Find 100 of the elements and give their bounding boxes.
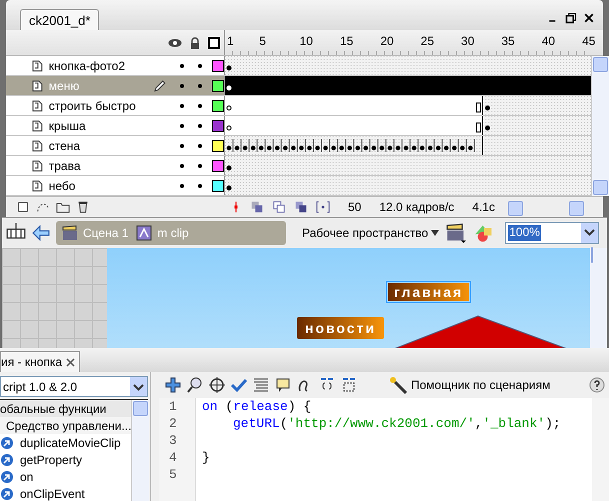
- frame-number: 15: [340, 34, 354, 48]
- keyframe-icon: [226, 186, 232, 190]
- stage-button[interactable]: главная: [386, 281, 472, 303]
- edit-multiple-icon[interactable]: [294, 200, 308, 214]
- onion-markers-icon[interactable]: [316, 200, 330, 214]
- frame-number: 20: [380, 34, 394, 48]
- toolbox-item[interactable]: обальные функции: [0, 400, 132, 417]
- code-line: }: [202, 450, 211, 467]
- close-icon[interactable]: [66, 358, 76, 366]
- empty-keyframe-icon: [226, 106, 232, 110]
- stage-button[interactable]: новости: [297, 317, 384, 339]
- toolbox-item[interactable]: onClipEvent: [0, 485, 132, 501]
- toolbox-item[interactable]: on: [0, 468, 132, 485]
- add-icon[interactable]: [165, 377, 181, 393]
- close-icon[interactable]: [583, 12, 595, 24]
- layer-icon: [32, 120, 43, 132]
- code-hint-icon[interactable]: [275, 377, 291, 393]
- lock-dot[interactable]: [198, 184, 202, 188]
- visibility-dot[interactable]: [180, 64, 184, 68]
- layer-color-swatch[interactable]: [212, 80, 224, 92]
- movie-clip-icon: [136, 225, 152, 241]
- keyframe-icon: [485, 126, 490, 130]
- collapse-selection-icon[interactable]: [341, 377, 357, 393]
- code-line: getURL('http://www.ck2001.com/','_blank');: [232, 416, 562, 433]
- visibility-dot[interactable]: [180, 84, 184, 88]
- frame-number: 30: [461, 34, 474, 48]
- clapperboard-icon: [62, 225, 78, 241]
- layer-name: кнопка-фото2: [48, 58, 126, 72]
- lock-dot[interactable]: [198, 64, 202, 68]
- visibility-dot[interactable]: [180, 184, 184, 188]
- magic-wand-icon: [389, 376, 407, 394]
- layer-icon: [32, 140, 43, 152]
- keyframe-icon: [226, 66, 232, 70]
- layer-icon: [32, 160, 43, 172]
- check-icon[interactable]: [231, 377, 247, 393]
- folder-icon[interactable]: [56, 200, 70, 214]
- toolbox-item[interactable]: getProperty: [0, 451, 132, 468]
- lock-dot[interactable]: [198, 164, 202, 168]
- find-icon[interactable]: [187, 377, 203, 393]
- lock-icon[interactable]: [189, 36, 201, 48]
- version-dropdown[interactable]: cript 1.0 & 2.0: [0, 376, 148, 397]
- frame-number: 10: [300, 34, 313, 48]
- outline-icon[interactable]: [208, 36, 220, 48]
- eye-icon[interactable]: [168, 38, 182, 48]
- layer-name: строить быстро: [48, 98, 137, 112]
- visibility-dot[interactable]: [180, 124, 184, 128]
- code-line: on (release) {: [202, 399, 312, 416]
- scrollbar[interactable]: [591, 56, 609, 196]
- frame-number: 5: [259, 34, 266, 48]
- layer-icon: [32, 180, 43, 192]
- scrollbar[interactable]: [590, 248, 607, 348]
- layer-name: меню: [48, 78, 80, 92]
- layer-name: трава: [48, 158, 82, 172]
- visibility-dot[interactable]: [180, 104, 184, 108]
- layer-icon: [32, 60, 43, 72]
- toolbox-item[interactable]: Средство управлени...: [0, 417, 132, 434]
- lock-dot[interactable]: [198, 104, 202, 108]
- panel-tab[interactable]: ия - кнопка: [0, 351, 80, 372]
- current-frame: 50: [348, 200, 362, 214]
- zoom-field[interactable]: 100%: [505, 222, 600, 244]
- script-assist-button[interactable]: Помощник по сценариям: [389, 376, 550, 394]
- frame-number: 1: [227, 34, 234, 48]
- restore-icon[interactable]: [565, 12, 577, 24]
- trash-icon[interactable]: [76, 200, 90, 214]
- layer-color-swatch[interactable]: [212, 60, 224, 72]
- document-tab[interactable]: ck2001_d*: [20, 9, 100, 30]
- horizontal-scrollbar[interactable]: [507, 200, 585, 214]
- keyframe-icon: [226, 86, 232, 90]
- onion-skin-icon[interactable]: [250, 200, 264, 214]
- onion-outline-icon[interactable]: [272, 200, 286, 214]
- layer-color-swatch[interactable]: [212, 160, 224, 172]
- lock-dot[interactable]: [198, 84, 202, 88]
- frame-rate: 12.0 кадров/с: [379, 200, 454, 214]
- format-icon[interactable]: [253, 377, 269, 393]
- lock-dot[interactable]: [198, 144, 202, 148]
- layer-icon: [32, 100, 43, 112]
- elapsed-time: 4.1с: [472, 200, 495, 214]
- scrollbar[interactable]: [131, 400, 150, 501]
- frame-number: 25: [420, 34, 434, 48]
- keyframe-icon: [485, 106, 490, 110]
- visibility-dot[interactable]: [180, 144, 184, 148]
- line-number: 1: [168, 399, 178, 416]
- layer-color-swatch[interactable]: [212, 100, 224, 112]
- target-icon[interactable]: [209, 377, 225, 393]
- back-arrow-icon[interactable]: [32, 224, 50, 242]
- edit-scene-icon[interactable]: [445, 223, 468, 243]
- visibility-dot[interactable]: [180, 164, 184, 168]
- layer-color-swatch[interactable]: [212, 140, 224, 152]
- layer-color-swatch[interactable]: [212, 180, 224, 192]
- help-icon[interactable]: [589, 377, 605, 393]
- workspace-menu[interactable]: Рабочее пространство: [302, 226, 440, 240]
- layer-name: небо: [48, 178, 76, 192]
- dropdown-arrow-icon: [431, 230, 440, 236]
- layer-icon: [32, 80, 43, 92]
- lock-dot[interactable]: [198, 124, 202, 128]
- frame-number: 35: [501, 34, 515, 48]
- new-layer-icon[interactable]: [16, 200, 30, 214]
- line-number: 5: [168, 467, 178, 484]
- toolbox-item[interactable]: duplicateMovieClip: [0, 434, 132, 451]
- layer-color-swatch[interactable]: [212, 120, 224, 132]
